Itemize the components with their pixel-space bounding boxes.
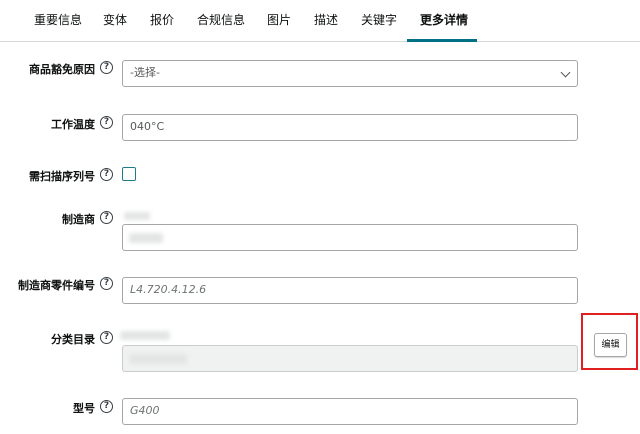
redacted-text [124,212,150,220]
working-temperature-input[interactable]: 040°C [122,114,578,141]
chevron-down-icon [560,67,571,78]
manufacturer-input[interactable] [122,224,578,251]
model-input[interactable]: G400 [122,398,578,425]
tab-keywords[interactable]: 关键字 [361,11,397,28]
help-icon[interactable]: ? [100,331,113,344]
help-icon[interactable]: ? [100,400,113,413]
model-label: 型号 [73,402,95,415]
category-label: 分类目录 [51,333,95,346]
tab-offer[interactable]: 报价 [150,11,174,28]
model-placeholder: G400 [130,404,160,417]
working-temperature-value: 040°C [130,120,165,133]
manufacturer-label: 制造商 [62,213,95,226]
tab-key-info[interactable]: 重要信息 [34,11,82,28]
exemption-reason-label: 商品豁免原因 [29,63,95,76]
active-tab-indicator [407,39,477,42]
part-number-label: 制造商零件编号 [18,279,95,292]
help-icon[interactable]: ? [100,116,113,129]
help-icon[interactable]: ? [100,61,113,74]
exemption-reason-select[interactable]: -选择- [122,60,578,87]
serial-scan-label: 需扫描序列号 [29,170,95,183]
tab-bar: 重要信息 变体 报价 合规信息 图片 描述 关键字 更多详情 [0,0,640,42]
redacted-text [120,331,170,340]
working-temperature-label: 工作温度 [51,118,95,131]
redacted-value [129,354,187,364]
redacted-value [129,233,163,243]
tab-description[interactable]: 描述 [314,11,338,28]
exemption-reason-value: -选择- [130,66,160,79]
tab-variations[interactable]: 变体 [103,11,127,28]
help-icon[interactable]: ? [100,211,113,224]
serial-scan-checkbox[interactable] [122,167,136,181]
part-number-placeholder: L4.720.4.12.6 [130,283,207,296]
help-icon[interactable]: ? [100,277,113,290]
tab-more-details[interactable]: 更多详情 [420,11,468,28]
help-icon[interactable]: ? [100,168,113,181]
tab-compliance[interactable]: 合规信息 [197,11,245,28]
edit-button[interactable]: 编辑 [594,333,627,357]
part-number-input[interactable]: L4.720.4.12.6 [122,277,578,304]
tab-images[interactable]: 图片 [267,11,291,28]
category-path-field [122,345,578,372]
